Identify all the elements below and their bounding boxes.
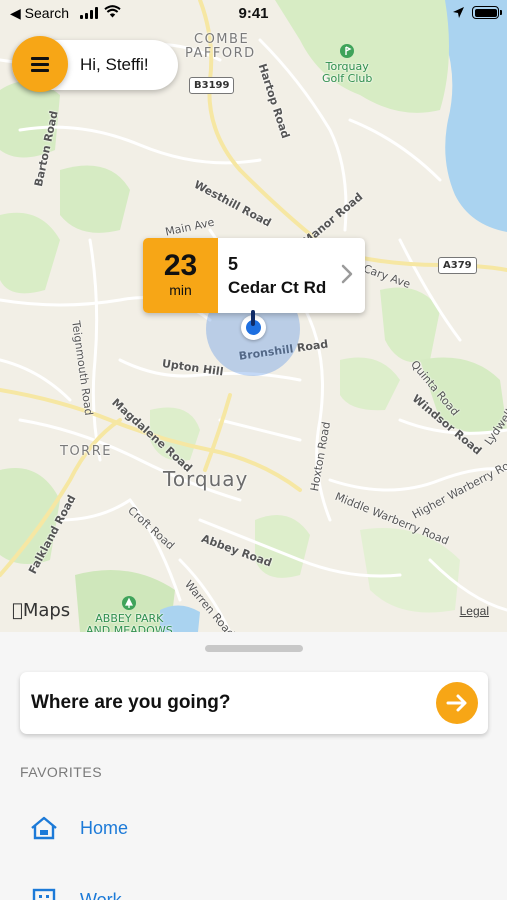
search-placeholder: Where are you going?: [31, 692, 231, 713]
district-label: TORRE: [60, 444, 112, 459]
favorite-label: Home: [80, 818, 129, 838]
district-label: PAFFORD: [185, 46, 256, 61]
abbey-park-poi[interactable]: ABBEY PARK AND MEADOWS: [86, 596, 173, 632]
address-street: Cedar Ct Rd: [228, 278, 327, 297]
eta-card[interactable]: 23 min 5 Cedar Ct Rd: [143, 238, 365, 313]
sheet-grabber[interactable]: [205, 645, 303, 652]
eta-minutes: 23: [163, 249, 198, 282]
poi-label: Golf Club: [322, 72, 373, 85]
favorite-home[interactable]: Home: [30, 812, 330, 846]
chevron-right-icon: [341, 264, 353, 284]
status-time: 9:41: [238, 5, 269, 22]
heading-indicator: [251, 310, 255, 326]
arrow-right-icon: [446, 694, 467, 712]
building-icon: [32, 888, 56, 900]
golf-icon: [340, 44, 355, 58]
greeting-text: Hi, Steffi!: [80, 55, 149, 74]
eta-unit: min: [169, 282, 192, 298]
eta-badge: 23 min: [143, 238, 218, 313]
status-bar: ◀ Search 9:41: [0, 0, 507, 28]
favorite-label: Work: [80, 890, 122, 900]
destination-search-field[interactable]: Where are you going?: [20, 672, 488, 734]
park-icon: [122, 596, 137, 610]
menu-button[interactable]: [12, 36, 68, 92]
road-shield: B3199: [189, 77, 235, 94]
hamburger-icon: [31, 54, 49, 75]
maps-attribution-label: Maps: [12, 600, 70, 621]
go-button[interactable]: [436, 682, 478, 724]
bottom-sheet: Where are you going? FAVORITES Home Work: [0, 632, 507, 900]
golf-club-poi[interactable]: Torquay Golf Club: [322, 44, 372, 85]
maps-attribution: Maps: [12, 600, 70, 621]
battery-icon: [472, 6, 502, 19]
district-label: COMBE: [194, 32, 250, 47]
map-view[interactable]: COMBE PAFFORD TORRE Torquay Torquay Golf…: [0, 0, 507, 632]
road-shield: A379: [438, 257, 477, 274]
favorites-header: FAVORITES: [20, 764, 103, 780]
favorite-work[interactable]: Work: [30, 884, 330, 900]
town-label: Torquay: [163, 467, 249, 491]
apple-logo-icon: : [12, 600, 23, 621]
poi-label: AND MEADOWS: [86, 624, 173, 633]
legal-link[interactable]: Legal: [460, 604, 489, 618]
home-icon: [31, 816, 57, 840]
location-arrow-icon: [453, 7, 464, 18]
address-number: 5: [228, 254, 239, 274]
